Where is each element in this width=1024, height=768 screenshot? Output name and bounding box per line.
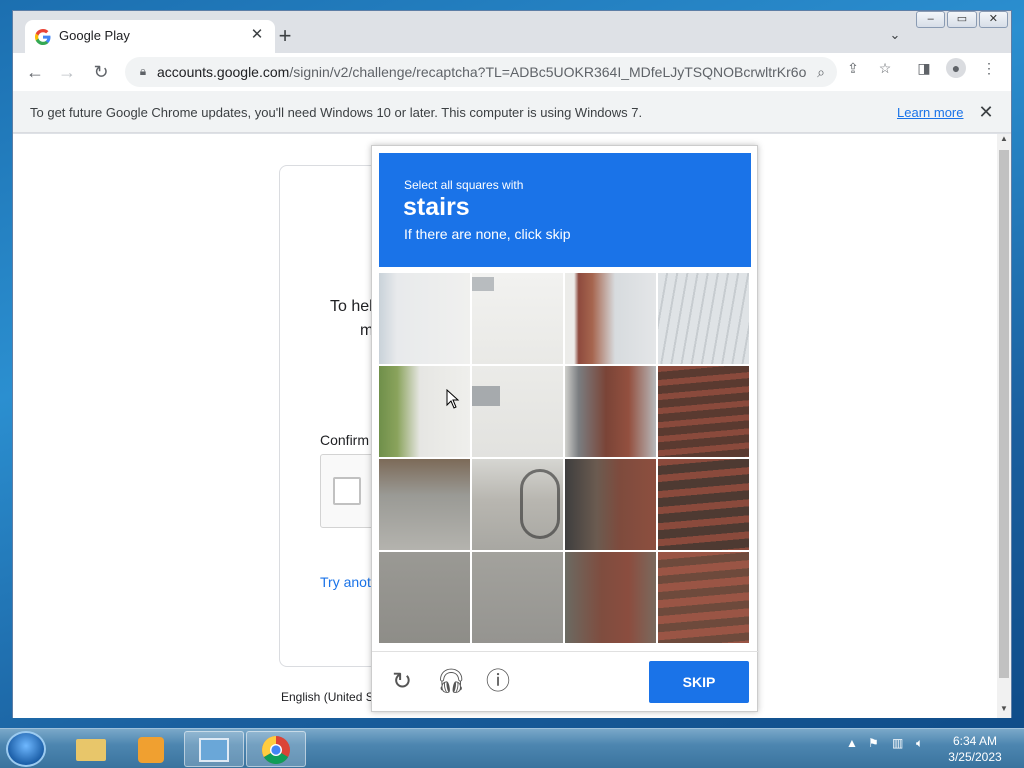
scroll-up-icon[interactable]: ▲ xyxy=(997,134,1011,148)
recaptcha-challenge: Select all squares with stairs If there … xyxy=(371,145,759,713)
challenge-target: stairs xyxy=(403,193,470,221)
challenge-header: Select all squares with stairs If there … xyxy=(379,153,751,267)
clock-time: 6:34 AM xyxy=(952,734,998,748)
start-button-icon[interactable] xyxy=(6,731,46,767)
update-infobar: To get future Google Chrome updates, you… xyxy=(13,91,1011,133)
tile-12[interactable] xyxy=(658,459,749,550)
network-icon[interactable]: ▥ xyxy=(892,736,903,750)
tab-close-icon[interactable]: ✕ xyxy=(247,25,267,45)
taskbar-chrome[interactable] xyxy=(246,731,306,767)
reload-challenge-icon[interactable]: ↻ xyxy=(388,668,416,696)
close-window-button[interactable]: ✕ xyxy=(978,11,1008,28)
tab-search-chevron-icon[interactable]: ⌄ xyxy=(885,27,905,47)
tile-15[interactable] xyxy=(565,552,656,643)
scroll-down-icon[interactable]: ▼ xyxy=(997,704,1011,718)
tile-7[interactable] xyxy=(565,366,656,457)
url-path: /signin/v2/challenge/recaptcha?TL=ADBc5U… xyxy=(289,64,807,80)
url-host: accounts.google.com xyxy=(157,64,290,80)
info-icon[interactable]: ⓘ xyxy=(484,668,512,696)
chrome-icon xyxy=(262,736,290,764)
reload-icon[interactable]: ↻ xyxy=(87,58,115,86)
window-controls: ‒ ▭ ✕ xyxy=(916,11,1008,29)
tile-8[interactable] xyxy=(658,366,749,457)
media-player-icon xyxy=(138,737,164,763)
image-grid xyxy=(379,273,749,643)
tile-16[interactable] xyxy=(658,552,749,643)
tile-1[interactable] xyxy=(379,273,470,364)
forward-arrow-icon[interactable]: → xyxy=(53,58,81,86)
profile-avatar-icon[interactable]: ● xyxy=(946,58,966,78)
tile-13[interactable] xyxy=(379,552,470,643)
google-favicon-icon xyxy=(35,29,51,45)
tile-6[interactable] xyxy=(472,366,563,457)
taskbar-media-player[interactable] xyxy=(122,731,182,767)
tile-11[interactable] xyxy=(565,459,656,550)
audio-headphones-icon[interactable]: 🎧︎ xyxy=(436,668,466,696)
recaptcha-checkbox[interactable] xyxy=(333,477,361,505)
maximize-button[interactable]: ▭ xyxy=(947,11,977,28)
skip-button[interactable]: SKIP xyxy=(649,661,749,703)
infobar-close-icon[interactable]: ✕ xyxy=(975,101,997,123)
taskbar-explorer[interactable] xyxy=(60,731,120,767)
tab-google-play[interactable]: Google Play ✕ xyxy=(25,20,275,53)
bookmark-star-icon[interactable]: ☆ xyxy=(875,58,895,78)
tile-14[interactable] xyxy=(472,552,563,643)
side-panel-icon[interactable]: ◨ xyxy=(914,58,934,78)
tile-4[interactable] xyxy=(658,273,749,364)
challenge-text-line1: To hel xyxy=(330,298,373,315)
browser-toolbar: ← → ↻ 🔒︎ accounts.google.com/signin/v2/c… xyxy=(13,53,1011,91)
share-icon[interactable]: ⇪ xyxy=(843,58,863,78)
action-center-flag-icon[interactable]: ⚑ xyxy=(868,736,879,750)
zoom-search-icon[interactable]: ⌕ xyxy=(811,62,831,82)
infobar-message: To get future Google Chrome updates, you… xyxy=(30,105,643,120)
learn-more-link[interactable]: Learn more xyxy=(897,105,963,120)
confirm-label: Confirm xyxy=(320,432,370,448)
tile-3[interactable] xyxy=(565,273,656,364)
new-tab-button[interactable]: + xyxy=(273,25,297,49)
tile-9[interactable] xyxy=(379,459,470,550)
clock-date: 3/25/2023 xyxy=(948,750,1002,764)
vertical-scrollbar[interactable]: ▲ ▼ xyxy=(997,134,1011,718)
menu-kebab-icon[interactable]: ⋮ xyxy=(979,58,999,78)
volume-muted-icon[interactable]: 🔈︎ xyxy=(916,736,923,751)
url-text[interactable]: accounts.google.com/signin/v2/challenge/… xyxy=(157,64,807,80)
challenge-footer: ↻ 🎧︎ ⓘ SKIP xyxy=(372,651,759,713)
tile-2[interactable] xyxy=(472,273,563,364)
mouse-cursor-icon xyxy=(446,389,460,409)
address-bar[interactable]: 🔒︎ accounts.google.com/signin/v2/challen… xyxy=(125,57,837,87)
back-arrow-icon[interactable]: ← xyxy=(21,58,49,86)
scroll-thumb[interactable] xyxy=(999,150,1009,678)
folder-icon xyxy=(76,739,106,761)
windows-taskbar: ▲ ⚑ ▥ 🔈︎ 6:34 AM 3/25/2023 xyxy=(0,728,1024,768)
challenge-hint: If there are none, click skip xyxy=(404,226,571,242)
show-hidden-icons[interactable]: ▲ xyxy=(846,736,858,750)
language-selector[interactable]: English (United S xyxy=(281,690,374,704)
tab-strip: Google Play ✕ + ⌄ ‒ ▭ ✕ xyxy=(13,11,1011,53)
system-clock[interactable]: 6:34 AM 3/25/2023 xyxy=(940,733,1010,765)
tab-title: Google Play xyxy=(59,28,130,43)
minimize-button[interactable]: ‒ xyxy=(916,11,946,28)
tile-10[interactable] xyxy=(472,459,563,550)
control-panel-icon xyxy=(199,738,229,762)
taskbar-control-panel[interactable] xyxy=(184,731,244,767)
try-another-way-link[interactable]: Try anot xyxy=(320,574,371,590)
lock-icon: 🔒︎ xyxy=(139,64,147,78)
challenge-instruction: Select all squares with xyxy=(404,178,524,192)
tile-5[interactable] xyxy=(379,366,470,457)
